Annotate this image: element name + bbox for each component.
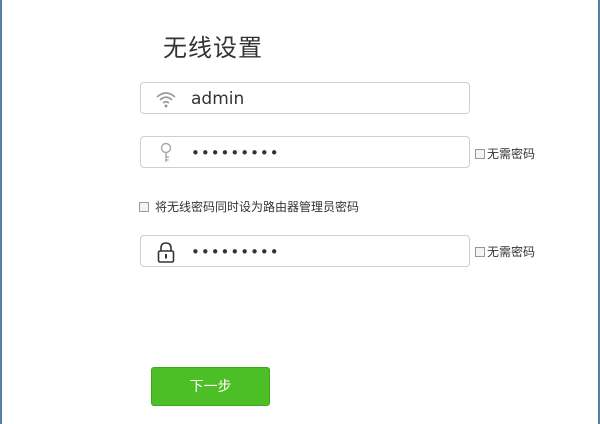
- lock-icon: [155, 241, 177, 263]
- wifi-password-field[interactable]: [140, 136, 470, 168]
- key-icon: [155, 142, 177, 164]
- checkbox[interactable]: [139, 201, 149, 212]
- same-as-admin-checkbox[interactable]: 将无线密码同时设为路由器管理员密码: [139, 198, 359, 215]
- no-password-label: 无需密码: [487, 147, 536, 161]
- checkbox[interactable]: [475, 148, 485, 159]
- no-password-checkbox-admin[interactable]: 无需密码: [475, 243, 535, 260]
- ssid-field[interactable]: [140, 82, 470, 114]
- admin-password-field[interactable]: [140, 235, 470, 267]
- admin-password-input[interactable]: [189, 240, 463, 264]
- no-password-label: 无需密码: [487, 245, 536, 259]
- ssid-input[interactable]: [189, 87, 463, 111]
- same-as-admin-label: 将无线密码同时设为路由器管理员密码: [155, 200, 360, 214]
- page-title: 无线设置: [163, 34, 263, 62]
- window-border-left: [0, 0, 2, 424]
- wifi-password-input[interactable]: [189, 141, 463, 165]
- checkbox[interactable]: [475, 246, 485, 257]
- no-password-checkbox-wifi[interactable]: 无需密码: [475, 145, 535, 162]
- wifi-icon: [155, 88, 177, 110]
- next-button[interactable]: 下一步: [151, 367, 270, 406]
